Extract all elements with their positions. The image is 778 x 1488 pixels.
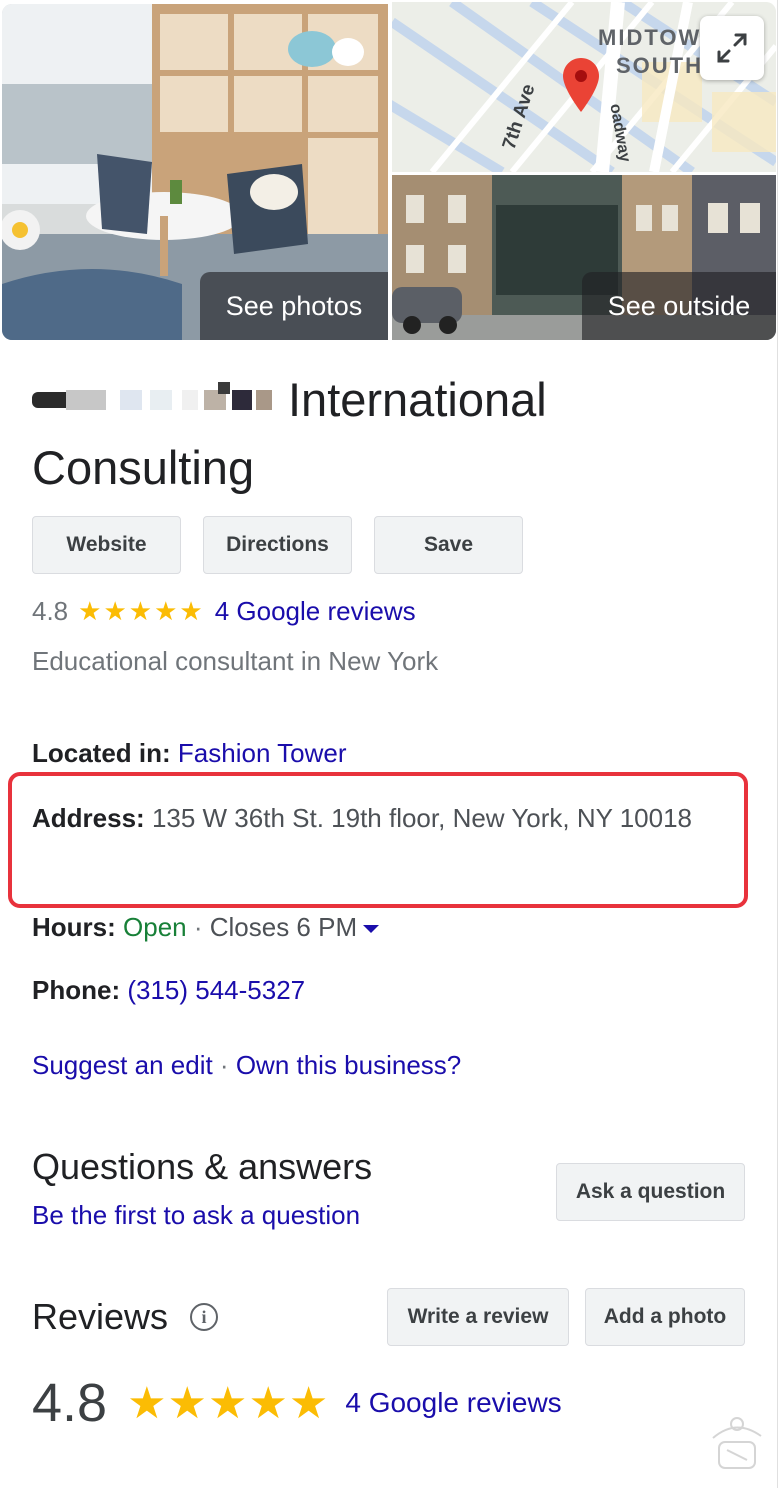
expand-map-button[interactable]: [700, 16, 764, 80]
website-button-label: Website: [66, 533, 147, 556]
reviews-summary-stars: ★ ★ ★ ★ ★: [127, 1378, 329, 1429]
star-icon: ★: [127, 1378, 167, 1428]
phone-label: Phone:: [32, 975, 121, 1005]
see-outside-button[interactable]: See outside: [582, 272, 776, 340]
see-photos-button[interactable]: See photos: [200, 272, 388, 340]
reviews-summary-value: 4.8: [32, 1373, 108, 1433]
edit-links: Suggest an edit · Own this business?: [32, 1050, 461, 1081]
business-title: International Consulting: [32, 366, 732, 502]
business-name-visible: International: [288, 373, 547, 426]
star-icon: ★: [167, 1378, 207, 1428]
add-photo-label: Add a photo: [603, 1305, 727, 1328]
rating-stars: ★ ★ ★ ★ ★: [78, 596, 205, 627]
google-reviews-link[interactable]: 4 Google reviews: [215, 596, 416, 627]
info-icon[interactable]: i: [190, 1303, 219, 1331]
reviews-title: Reviews: [32, 1296, 169, 1337]
suggest-edit-link[interactable]: Suggest an edit: [32, 1050, 213, 1080]
qa-first-question-link[interactable]: Be the first to ask a question: [32, 1200, 360, 1231]
write-review-button[interactable]: Write a review: [387, 1288, 569, 1346]
hours-dropdown-icon[interactable]: [363, 925, 380, 934]
reviews-summary: 4.8 ★ ★ ★ ★ ★ 4 Google reviews: [32, 1368, 562, 1438]
see-photos-label: See photos: [225, 290, 363, 321]
hours-status: Open: [123, 912, 187, 942]
star-icon: ★: [128, 595, 153, 626]
star-icon: ★: [179, 595, 203, 626]
star-icon: ★: [288, 1378, 329, 1428]
watermark-icon: [712, 1417, 762, 1469]
directions-button-label: Directions: [226, 533, 329, 556]
reviews-section-title: Reviews i: [32, 1296, 219, 1338]
phone-row: Phone: (315) 544-5327: [32, 967, 722, 1013]
located-in-link[interactable]: Fashion Tower: [178, 738, 347, 768]
phone-link[interactable]: (315) 544-5327: [127, 975, 305, 1005]
hours-detail[interactable]: Closes 6 PM: [210, 912, 357, 942]
rating-line: 4.8 ★ ★ ★ ★ ★ 4 Google reviews: [32, 592, 416, 630]
hours-separator: ·: [186, 912, 210, 942]
hours-row: Hours: Open · Closes 6 PM: [32, 904, 722, 950]
star-icon: ★: [78, 595, 102, 626]
hours-label: Hours:: [32, 912, 116, 942]
save-button[interactable]: Save: [374, 516, 523, 574]
save-button-label: Save: [423, 533, 474, 556]
business-name-line2: Consulting: [32, 441, 255, 494]
redacted-name-block: [32, 378, 272, 422]
media-row: See photos MIDTOWN SOUTH 7th Ave oadway …: [0, 0, 778, 342]
star-icon: ★: [103, 595, 127, 626]
business-category: Educational consultant in New York: [32, 646, 439, 676]
directions-button[interactable]: Directions: [203, 516, 352, 574]
star-icon: ★: [207, 1378, 248, 1428]
interior-photo[interactable]: See photos: [2, 4, 388, 340]
star-icon: ★: [154, 595, 178, 626]
edit-links-separator: ·: [212, 1050, 236, 1080]
located-in-row: Located in: Fashion Tower: [32, 730, 722, 776]
knowledge-panel: See photos MIDTOWN SOUTH 7th Ave oadway …: [0, 0, 778, 1488]
write-review-label: Write a review: [407, 1305, 549, 1328]
street-view-thumbnail[interactable]: See outside: [392, 175, 776, 340]
rating-value: 4.8: [32, 595, 69, 626]
own-business-link[interactable]: Own this business?: [236, 1050, 461, 1080]
map-thumbnail[interactable]: MIDTOWN SOUTH 7th Ave oadway: [392, 2, 776, 172]
ask-question-button[interactable]: Ask a question: [556, 1163, 745, 1221]
located-in-label: Located in:: [32, 738, 171, 768]
website-button[interactable]: Website: [32, 516, 181, 574]
qa-title: Questions & answers: [32, 1146, 373, 1187]
expand-icon: [717, 33, 747, 63]
add-photo-button[interactable]: Add a photo: [585, 1288, 745, 1346]
star-icon: ★: [248, 1378, 288, 1428]
see-outside-label: See outside: [607, 290, 751, 321]
ask-question-label: Ask a question: [575, 1180, 726, 1203]
map-pin-icon: [563, 58, 599, 112]
reviews-summary-link[interactable]: 4 Google reviews: [345, 1387, 561, 1419]
address-highlight-box: [8, 772, 748, 908]
